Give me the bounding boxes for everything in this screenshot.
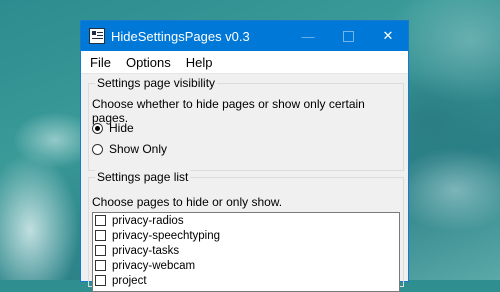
radio-hide[interactable]: Hide (92, 121, 134, 135)
visibility-description: Choose whether to hide pages or show onl… (92, 97, 365, 125)
close-button[interactable]: ✕ (368, 21, 408, 51)
list-item-label: privacy-radios (112, 214, 184, 227)
page-list-group-title: Settings page list (95, 170, 191, 184)
minimize-button[interactable]: — (288, 21, 328, 51)
app-icon (89, 28, 105, 44)
menu-options[interactable]: Options (119, 55, 178, 70)
checkbox[interactable] (95, 230, 106, 241)
list-item[interactable]: privacy-speechtyping (93, 228, 399, 243)
checkbox[interactable] (95, 245, 106, 256)
maximize-button[interactable] (328, 21, 368, 51)
window-title: HideSettingsPages v0.3 (111, 28, 250, 44)
maximize-icon (342, 30, 354, 42)
menu-help[interactable]: Help (179, 55, 220, 70)
list-item[interactable]: privacy-radios (93, 213, 399, 228)
checkbox[interactable] (95, 275, 106, 286)
visibility-group: Settings page visibility Choose whether … (88, 76, 404, 171)
list-item[interactable]: privacy-webcam (93, 258, 399, 273)
radio-show-only-label: Show Only (109, 142, 168, 156)
menu-bar: File Options Help (81, 51, 408, 74)
page-list-group: Settings page list Choose pages to hide … (88, 170, 404, 292)
list-item-label: privacy-webcam (112, 259, 196, 272)
list-item-label: privacy-speechtyping (112, 229, 221, 242)
radio-button-hide[interactable] (92, 122, 103, 134)
radio-button-show-only[interactable] (92, 143, 103, 155)
visibility-group-title: Settings page visibility (95, 76, 218, 90)
radio-show-only[interactable]: Show Only (92, 142, 167, 156)
list-item[interactable]: project (93, 273, 399, 288)
menu-file[interactable]: File (83, 55, 118, 70)
list-item[interactable]: privacy-tasks (93, 243, 399, 258)
app-window: HideSettingsPages v0.3 — ✕ File Options … (80, 20, 409, 292)
title-bar[interactable]: HideSettingsPages v0.3 — ✕ (81, 21, 408, 51)
checkbox[interactable] (95, 260, 106, 271)
radio-selected-dot (95, 125, 100, 131)
radio-hide-label: Hide (109, 121, 134, 135)
list-item-label: privacy-tasks (112, 244, 180, 257)
settings-page-listbox[interactable]: privacy-radios privacy-speechtyping priv… (92, 212, 400, 292)
list-item-label: project (112, 274, 147, 287)
checkbox[interactable] (95, 215, 106, 226)
page-list-description: Choose pages to hide or only show. (92, 195, 283, 209)
